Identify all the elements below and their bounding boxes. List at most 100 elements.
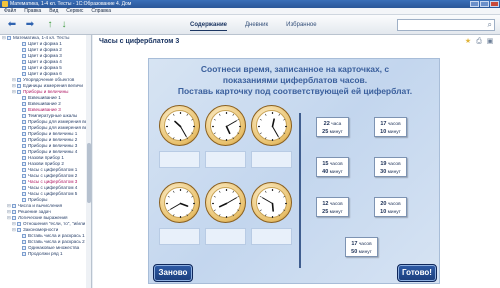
folder-icon <box>12 209 16 214</box>
exercise-board: Соотнеси время, записанное на карточках,… <box>148 58 440 284</box>
back-arrow-icon[interactable]: ⬅ <box>6 19 18 31</box>
card-drop-slot[interactable] <box>159 151 200 168</box>
sidebar-item-label: Числа и вычисления <box>18 203 63 208</box>
card-minutes-line: 25 минут <box>317 209 348 217</box>
clock-icon <box>205 182 246 223</box>
document-icon <box>22 47 26 52</box>
card-drop-slot[interactable] <box>251 151 292 168</box>
document-icon <box>22 251 26 256</box>
sidebar-item-label: Приборы и величины <box>23 89 69 94</box>
forward-arrow-icon[interactable]: ➡ <box>24 19 36 31</box>
document-icon <box>22 125 26 130</box>
minute-hand <box>226 197 237 204</box>
tab-diary[interactable]: Дневник <box>245 20 268 31</box>
search-icon[interactable]: ⌕ <box>488 20 492 30</box>
sidebar-item-label: Приборы и величины 1 <box>28 131 78 136</box>
minute-hand <box>262 197 273 204</box>
tab-contents[interactable]: Содержание <box>190 20 227 31</box>
sidebar-item-label: Часы с циферблатом 3 <box>28 179 78 184</box>
folder-icon <box>17 227 21 232</box>
card-minutes: 40 <box>322 168 329 175</box>
close-button[interactable] <box>490 1 499 7</box>
time-card[interactable]: 17 часов 10 минут <box>374 117 407 137</box>
menu-edit[interactable]: Правка <box>24 8 41 14</box>
document-icon <box>22 53 26 58</box>
tab-favorites[interactable]: Избранное <box>286 20 316 31</box>
print-icon[interactable]: ⎙ <box>475 38 483 46</box>
folder-icon <box>12 215 16 220</box>
hour-hand <box>225 125 231 135</box>
card-minutes: 10 <box>380 128 387 135</box>
card-drop-slot[interactable] <box>205 228 246 245</box>
card-minutes-line: 10 минут <box>375 129 406 137</box>
time-card[interactable]: 22 часа 25 минут <box>316 117 349 137</box>
card-hours: 17 <box>380 121 387 127</box>
card-minutes: 25 <box>322 208 329 215</box>
minute-hand <box>180 126 187 137</box>
document-icon <box>22 185 26 190</box>
sidebar-item-label: Цвет и форма 5 <box>28 65 62 70</box>
card-hours: 22 <box>323 121 330 127</box>
hour-hand <box>271 202 274 212</box>
sidebar-scrollbar[interactable] <box>86 35 91 288</box>
card-drop-slot[interactable] <box>159 228 200 245</box>
card-minutes-word: минут <box>358 249 372 255</box>
sidebar-item-label: Часы с циферблатом 5 <box>28 191 78 196</box>
document-icon <box>22 71 26 76</box>
menu-view[interactable]: Вид <box>49 8 58 14</box>
time-card[interactable]: 15 часов 40 минут <box>316 157 349 177</box>
sidebar-item-label: Одинаковые множества <box>28 245 80 250</box>
document-icon <box>22 233 26 238</box>
card-drop-slot[interactable] <box>251 228 292 245</box>
maximize-button[interactable] <box>480 1 489 7</box>
window-title: Математика, 1-4 кл. Тесты - 1С:Образован… <box>10 1 132 7</box>
sidebar-scroll-thumb[interactable] <box>87 143 91 203</box>
sidebar-item-label: Взвешивание 1 <box>28 95 61 100</box>
instruction-line-3: Поставь карточку под соответствующей ей … <box>177 86 413 96</box>
menu-help[interactable]: Справка <box>91 8 111 14</box>
document-icon <box>22 41 26 46</box>
time-card[interactable]: 17 часов 50 минут <box>345 237 378 257</box>
card-hours-line: 22 часа <box>317 121 348 129</box>
sidebar-item-label: Взвешивание 2 <box>28 101 61 106</box>
window-icon[interactable]: ▣ <box>486 38 494 46</box>
card-hours-word: часов <box>329 162 343 167</box>
card-hours-line: 12 часов <box>317 201 348 209</box>
document-icon <box>22 167 26 172</box>
sidebar-item-label: Упорядочение объектов <box>23 77 75 82</box>
card-hours-word: часов <box>329 202 343 207</box>
sidebar-item-label: Цвет и форма 3 <box>28 53 62 58</box>
card-hours: 17 <box>351 241 358 247</box>
down-arrow-icon[interactable]: ↓ <box>58 19 70 31</box>
card-minutes: 30 <box>380 168 387 175</box>
card-minutes-word: минут <box>387 209 401 215</box>
time-card[interactable]: 20 часов 10 минут <box>374 197 407 217</box>
done-button[interactable]: Готово! <box>397 264 437 282</box>
card-hours-line: 19 часов <box>375 161 406 169</box>
minimize-button[interactable] <box>470 1 479 7</box>
document-icon <box>22 239 26 244</box>
menu-file[interactable]: Файл <box>4 8 16 14</box>
card-hours: 12 <box>322 201 329 207</box>
card-drop-slot[interactable] <box>205 151 246 168</box>
up-arrow-icon[interactable]: ↑ <box>44 19 56 31</box>
reset-button[interactable]: Заново <box>153 264 193 282</box>
sidebar-item[interactable]: Продолжи ряд 1 <box>0 251 91 257</box>
card-hours-line: 17 часов <box>375 121 406 129</box>
sidebar-item-label: Логические выражения <box>18 215 68 220</box>
sidebar-item-label: Назови прибор 2 <box>28 161 64 166</box>
sidebar-item-label: Приборы и величины 4 <box>28 149 78 154</box>
star-icon[interactable]: ★ <box>464 38 472 46</box>
document-icon <box>22 245 26 250</box>
minute-hand <box>226 120 237 127</box>
search-input[interactable]: ⌕ <box>397 19 495 31</box>
time-card[interactable]: 19 часов 30 минут <box>374 157 407 177</box>
menu-service[interactable]: Сервис <box>66 8 83 14</box>
time-card[interactable]: 12 часов 25 минут <box>316 197 349 217</box>
sidebar-item-label: Закономерности <box>23 227 59 232</box>
card-minutes-word: минут <box>387 129 401 135</box>
folder-icon <box>17 221 21 226</box>
instruction-text: Соотнеси время, записанное на карточках,… <box>149 64 441 97</box>
sidebar-item-label: Часы с циферблатом 2 <box>28 173 78 178</box>
folder-icon <box>17 89 21 94</box>
